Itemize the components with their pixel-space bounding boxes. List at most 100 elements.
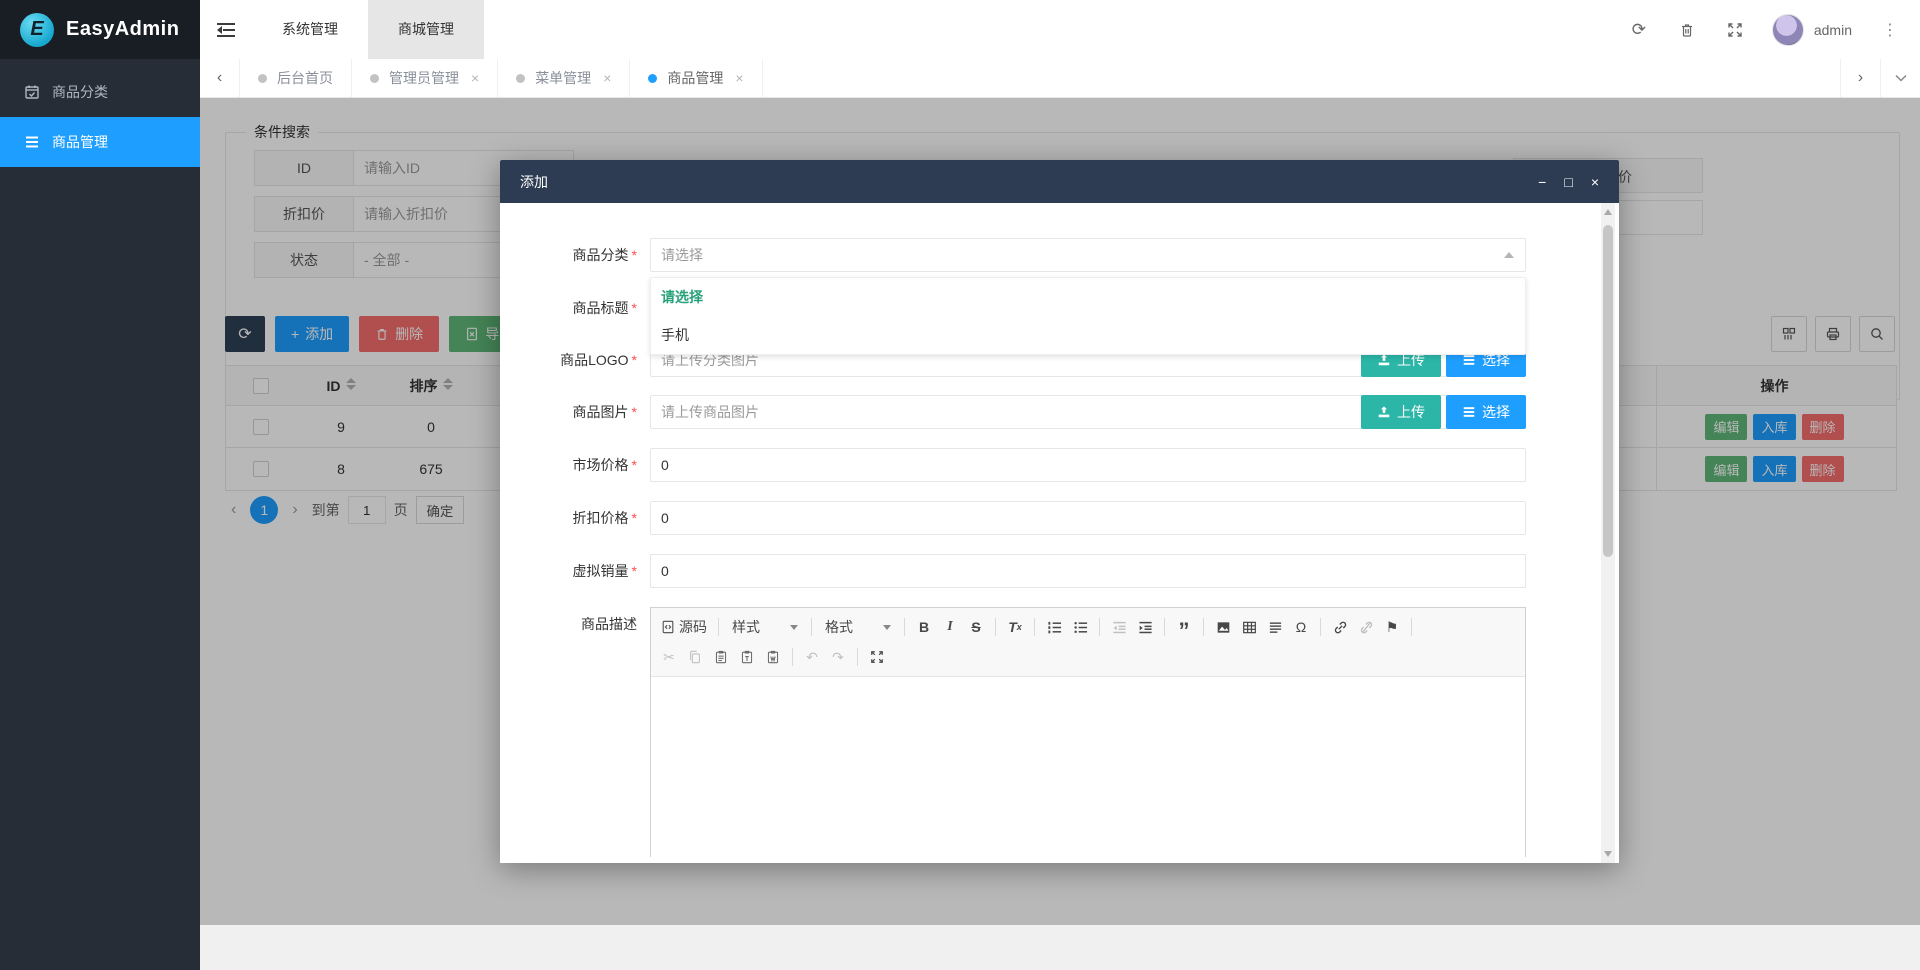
link-icon xyxy=(1333,620,1348,635)
remove-format-button[interactable]: Tx xyxy=(1003,615,1027,639)
tab-close-icon[interactable]: × xyxy=(471,70,479,86)
footer-strip xyxy=(200,925,1920,970)
paste-word-icon xyxy=(766,650,780,664)
tab-label: 菜单管理 xyxy=(535,68,591,88)
redo-button[interactable]: ↷ xyxy=(826,645,850,669)
sidebar-item-goods-manage[interactable]: 商品管理 xyxy=(0,117,200,167)
scrollbar-thumb[interactable] xyxy=(1603,225,1613,557)
paste-button[interactable] xyxy=(709,645,733,669)
dialog-controls: − □ × xyxy=(1538,175,1599,189)
horizontal-line-button[interactable] xyxy=(1263,615,1287,639)
indent-button[interactable] xyxy=(1133,615,1157,639)
blockquote-button[interactable]: ” xyxy=(1172,615,1196,639)
category-select[interactable]: 请选择 xyxy=(650,238,1526,272)
add-dialog: 添加 − □ × 商品分类* 请选择 xyxy=(500,160,1619,863)
editor-content-area[interactable] xyxy=(651,677,1525,863)
outdent-button[interactable] xyxy=(1107,615,1131,639)
sidebar-nav: 商品分类 商品管理 xyxy=(0,59,200,167)
required-mark: * xyxy=(632,563,637,579)
refresh-icon[interactable]: ⟳ xyxy=(1628,19,1650,41)
more-menu-icon[interactable]: ⋮ xyxy=(1878,20,1902,40)
user-menu[interactable]: admin xyxy=(1772,14,1852,46)
image-upload-button[interactable]: 上传 xyxy=(1361,395,1441,429)
italic-button[interactable]: I xyxy=(938,615,962,639)
tab-label: 商品管理 xyxy=(667,68,723,88)
sidebar-item-label: 商品分类 xyxy=(52,82,108,102)
dialog-title: 添加 xyxy=(520,172,548,192)
discount-price-input[interactable] xyxy=(650,501,1526,535)
dialog-titlebar[interactable]: 添加 − □ × xyxy=(500,160,1619,203)
tabs-scroll-left-button[interactable]: ‹ xyxy=(200,59,240,97)
tab-label: 后台首页 xyxy=(277,68,333,88)
dropdown-option-placeholder[interactable]: 请选择 xyxy=(651,278,1525,316)
maximize-editor-button[interactable] xyxy=(865,645,889,669)
content-area: 条件搜索 ID 折扣价 状态 - 全部 - 价 ⟳ xyxy=(200,98,1920,925)
tab-menu-manage[interactable]: 菜单管理 × xyxy=(498,59,630,97)
cut-button[interactable]: ✂ xyxy=(657,645,681,669)
field-image: 商品图片* 上传 xyxy=(500,395,1619,429)
topnav-mall[interactable]: 商城管理 xyxy=(368,0,484,59)
tab-dot-icon xyxy=(516,74,525,83)
bold-button[interactable]: B xyxy=(912,615,936,639)
upload-icon xyxy=(1377,405,1391,419)
minimize-icon[interactable]: − xyxy=(1538,175,1546,189)
field-market-price: 市场价格* xyxy=(500,448,1619,482)
required-mark: * xyxy=(632,404,637,420)
copy-button[interactable] xyxy=(683,645,707,669)
ordered-list-button[interactable] xyxy=(1042,615,1066,639)
tabs-dropdown-button[interactable] xyxy=(1880,59,1920,97)
field-virtual-sales: 虚拟销量* xyxy=(500,554,1619,588)
special-char-button[interactable]: Ω xyxy=(1289,615,1313,639)
image-choose-button[interactable]: 选择 xyxy=(1446,395,1526,429)
tabs-scroll-right-button[interactable]: › xyxy=(1840,59,1880,97)
bulleted-list-icon xyxy=(1073,620,1088,635)
app-title: EasyAdmin xyxy=(66,18,179,41)
clear-cache-trash-icon[interactable] xyxy=(1676,19,1698,41)
upload-icon xyxy=(1377,353,1391,367)
required-mark: * xyxy=(632,300,637,316)
styles-dropdown[interactable]: 样式 xyxy=(726,615,804,639)
tabbar-right: › xyxy=(1840,59,1920,97)
bulleted-list-button[interactable] xyxy=(1068,615,1092,639)
tab-close-icon[interactable]: × xyxy=(603,70,611,86)
tab-home[interactable]: 后台首页 xyxy=(240,59,352,97)
required-mark: * xyxy=(632,457,637,473)
list-icon xyxy=(1462,405,1476,419)
tab-admin-manage[interactable]: 管理员管理 × xyxy=(352,59,498,97)
topnav-system[interactable]: 系统管理 xyxy=(252,0,368,59)
scroll-down-icon[interactable] xyxy=(1604,851,1612,857)
unlink-button[interactable] xyxy=(1354,615,1378,639)
close-icon[interactable]: × xyxy=(1591,175,1599,189)
undo-button[interactable]: ↶ xyxy=(800,645,824,669)
caret-up-icon xyxy=(1504,252,1514,258)
maximize-icon[interactable]: □ xyxy=(1564,175,1572,189)
ordered-list-icon xyxy=(1047,620,1062,635)
virtual-sales-input[interactable] xyxy=(650,554,1526,588)
insert-image-button[interactable] xyxy=(1211,615,1235,639)
username: admin xyxy=(1814,22,1852,38)
insert-table-button[interactable] xyxy=(1237,615,1261,639)
link-button[interactable] xyxy=(1328,615,1352,639)
sidebar-item-goods-category[interactable]: 商品分类 xyxy=(0,67,200,117)
source-button[interactable]: 源码 xyxy=(657,615,711,639)
fullscreen-icon[interactable] xyxy=(1724,19,1746,41)
rich-text-editor: 源码 样式 格式 B xyxy=(650,607,1526,857)
required-mark: * xyxy=(632,247,637,263)
tab-goods-manage[interactable]: 商品管理 × xyxy=(630,59,762,97)
copy-icon xyxy=(688,650,702,664)
market-price-input[interactable] xyxy=(650,448,1526,482)
scroll-up-icon[interactable] xyxy=(1604,209,1612,215)
tab-bar: ‹ 后台首页 管理员管理 × 菜单管理 × 商品管理 × › xyxy=(200,59,1920,98)
collapse-sidebar-icon[interactable] xyxy=(200,0,252,59)
dropdown-option-phone[interactable]: 手机 xyxy=(651,316,1525,354)
strikethrough-button[interactable]: S xyxy=(964,615,988,639)
horizontal-line-icon xyxy=(1268,620,1283,635)
paste-text-button[interactable] xyxy=(735,645,759,669)
anchor-flag-button[interactable]: ⚑ xyxy=(1380,615,1404,639)
dialog-scrollbar[interactable] xyxy=(1601,203,1615,863)
tab-close-icon[interactable]: × xyxy=(735,70,743,86)
paste-word-button[interactable] xyxy=(761,645,785,669)
format-dropdown[interactable]: 格式 xyxy=(819,615,897,639)
field-discount-price: 折扣价格* xyxy=(500,501,1619,535)
sidebar: E EasyAdmin 商品分类 商品管理 xyxy=(0,0,200,970)
